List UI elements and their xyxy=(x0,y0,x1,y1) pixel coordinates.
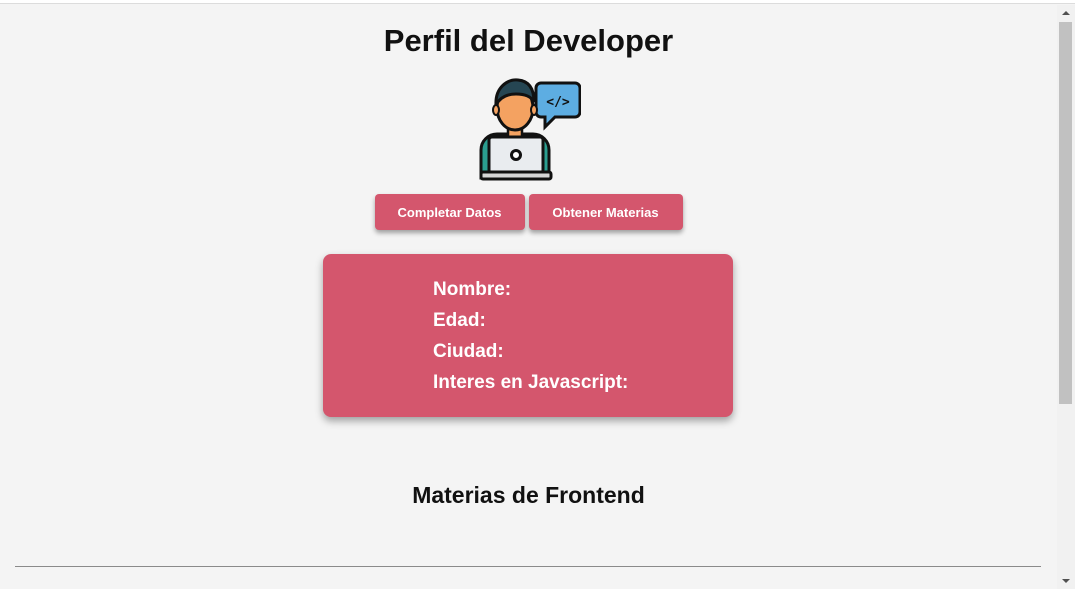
scroll-down-arrow-icon[interactable] xyxy=(1057,573,1075,589)
profile-card: Nombre: Edad: Ciudad: Interes en Javascr… xyxy=(323,254,733,417)
action-buttons: Completar Datos Obtener Materias xyxy=(0,194,1057,230)
bubble-code-text: </> xyxy=(546,95,570,110)
scroll-up-arrow-icon[interactable] xyxy=(1057,5,1075,21)
developer-avatar-icon: </> xyxy=(479,78,581,181)
get-subjects-button[interactable]: Obtener Materias xyxy=(528,194,683,230)
scrollbar-thumb[interactable] xyxy=(1059,22,1072,404)
js-interest-label: Interes en Javascript: xyxy=(433,372,629,393)
age-label: Edad: xyxy=(433,310,486,331)
page-title: Perfil del Developer xyxy=(383,23,674,58)
city-label: Ciudad: xyxy=(433,341,504,362)
browser-top-edge xyxy=(0,0,1075,4)
page-content: Perfil del Developer </> Completar Datos… xyxy=(0,5,1057,589)
name-label: Nombre: xyxy=(433,279,512,300)
vertical-scrollbar[interactable] xyxy=(1057,5,1075,589)
subjects-title: Materias de Frontend xyxy=(412,482,645,508)
divider xyxy=(15,566,1041,567)
complete-data-button[interactable]: Completar Datos xyxy=(374,194,525,230)
